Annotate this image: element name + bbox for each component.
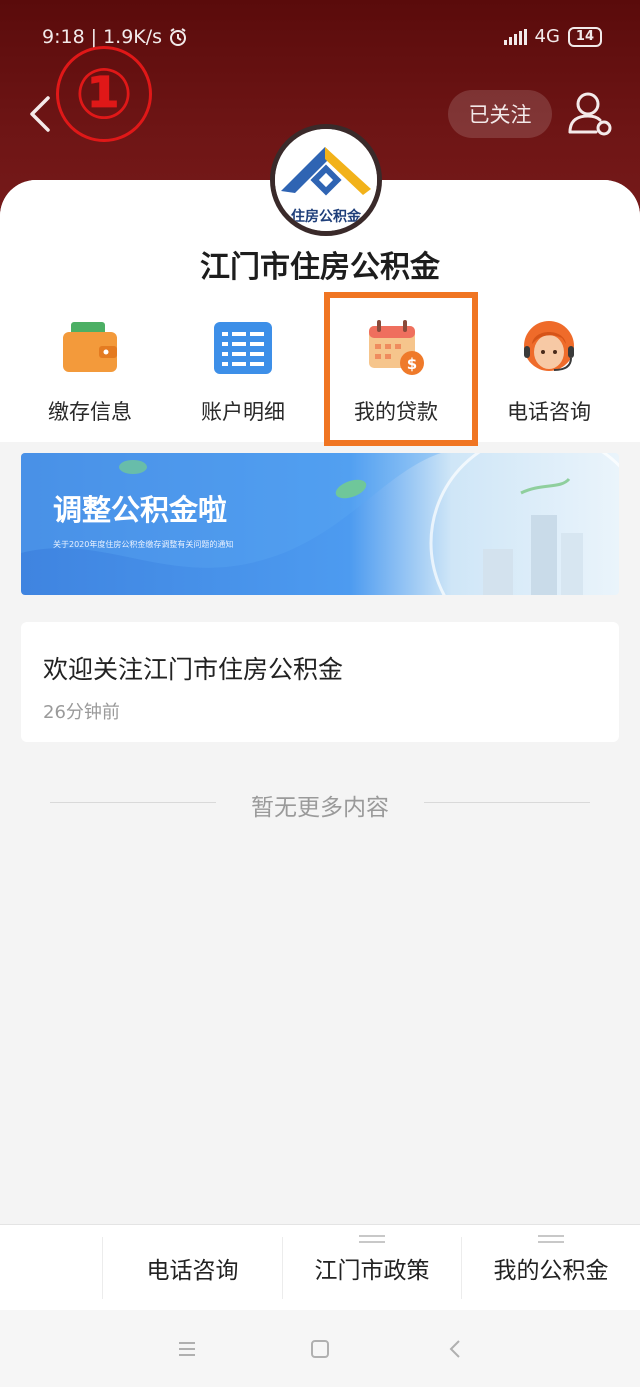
battery-icon: 14 (567, 26, 602, 47)
system-nav-bar (0, 1310, 640, 1387)
status-left: 9:18 | 1.9K/s (42, 26, 188, 48)
signal-icon (503, 28, 527, 45)
nav-menu-button[interactable] (172, 1334, 202, 1364)
menu-item-account-details[interactable]: 账户明细 (168, 312, 318, 432)
tab-phone-consult-label: 电话咨询 (146, 1258, 239, 1284)
customer-service-icon (524, 321, 574, 371)
message-title: 欢迎关注江门市住房公积金 (43, 655, 344, 684)
logo-text: 住房公积金 (291, 208, 362, 225)
tab-jiangmen-policy[interactable]: 江门市政策 (283, 1225, 461, 1311)
banner-title: 调整公积金啦 (53, 493, 228, 527)
no-more-divider: 暂无更多内容 (50, 788, 590, 821)
tab-jiangmen-policy-label: 江门市政策 (314, 1258, 430, 1284)
message-time: 26分钟前 (43, 702, 120, 723)
status-time: 9:18 (42, 26, 85, 48)
promo-banner[interactable]: 调整公积金啦 关于2020年度住房公积金缴存调整有关问题的通知 (21, 453, 619, 595)
status-divider: | (90, 26, 98, 48)
user-settings-icon (568, 92, 612, 136)
bottom-menu-bar: 电话咨询 江门市政策 我的公积金 (0, 1224, 640, 1310)
tab-my-fund-label: 我的公积金 (493, 1258, 609, 1284)
no-more-text: 暂无更多内容 (251, 795, 389, 821)
network-type: 4G (534, 26, 560, 47)
nav-back-icon (449, 1340, 460, 1358)
annotation-marker: ① (56, 46, 152, 142)
submenu-icon (538, 1235, 564, 1243)
menu-item-deposit-info[interactable]: 缴存信息 (15, 312, 165, 432)
tab-phone-consult[interactable]: 电话咨询 (103, 1225, 282, 1311)
message-card[interactable]: 欢迎关注江门市住房公积金 26分钟前 (21, 622, 619, 742)
home-square-icon (311, 1340, 329, 1358)
nav-home-button[interactable] (305, 1334, 335, 1364)
menu-label-account-details: 账户明细 (201, 400, 285, 424)
back-button[interactable] (22, 90, 62, 138)
menu-label-deposit-info: 缴存信息 (48, 400, 132, 424)
alarm-icon (170, 28, 187, 46)
account-logo: 住房公积金 (270, 124, 382, 236)
list-icon (214, 322, 272, 374)
menu-label-phone-consult: 电话咨询 (507, 400, 591, 424)
profile-button[interactable] (566, 88, 616, 140)
submenu-icon (359, 1235, 385, 1243)
account-name: 江门市住房公积金 (200, 250, 440, 285)
followed-button[interactable]: 已关注 (448, 90, 552, 138)
tab-my-fund[interactable]: 我的公积金 (462, 1225, 640, 1311)
wallet-icon (63, 322, 117, 372)
hamburger-icon (179, 1342, 195, 1356)
chevron-left-icon (30, 96, 50, 132)
nav-back-button[interactable] (440, 1334, 470, 1364)
status-speed: 1.9K/s (103, 26, 163, 48)
status-right: 4G 14 (503, 26, 602, 47)
highlight-box (324, 292, 478, 446)
menu-item-phone-consult[interactable]: 电话咨询 (474, 312, 624, 432)
banner-subtitle: 关于2020年度住房公积金缴存调整有关问题的通知 (53, 540, 234, 549)
house-logo-icon: 住房公积金 (275, 129, 377, 231)
